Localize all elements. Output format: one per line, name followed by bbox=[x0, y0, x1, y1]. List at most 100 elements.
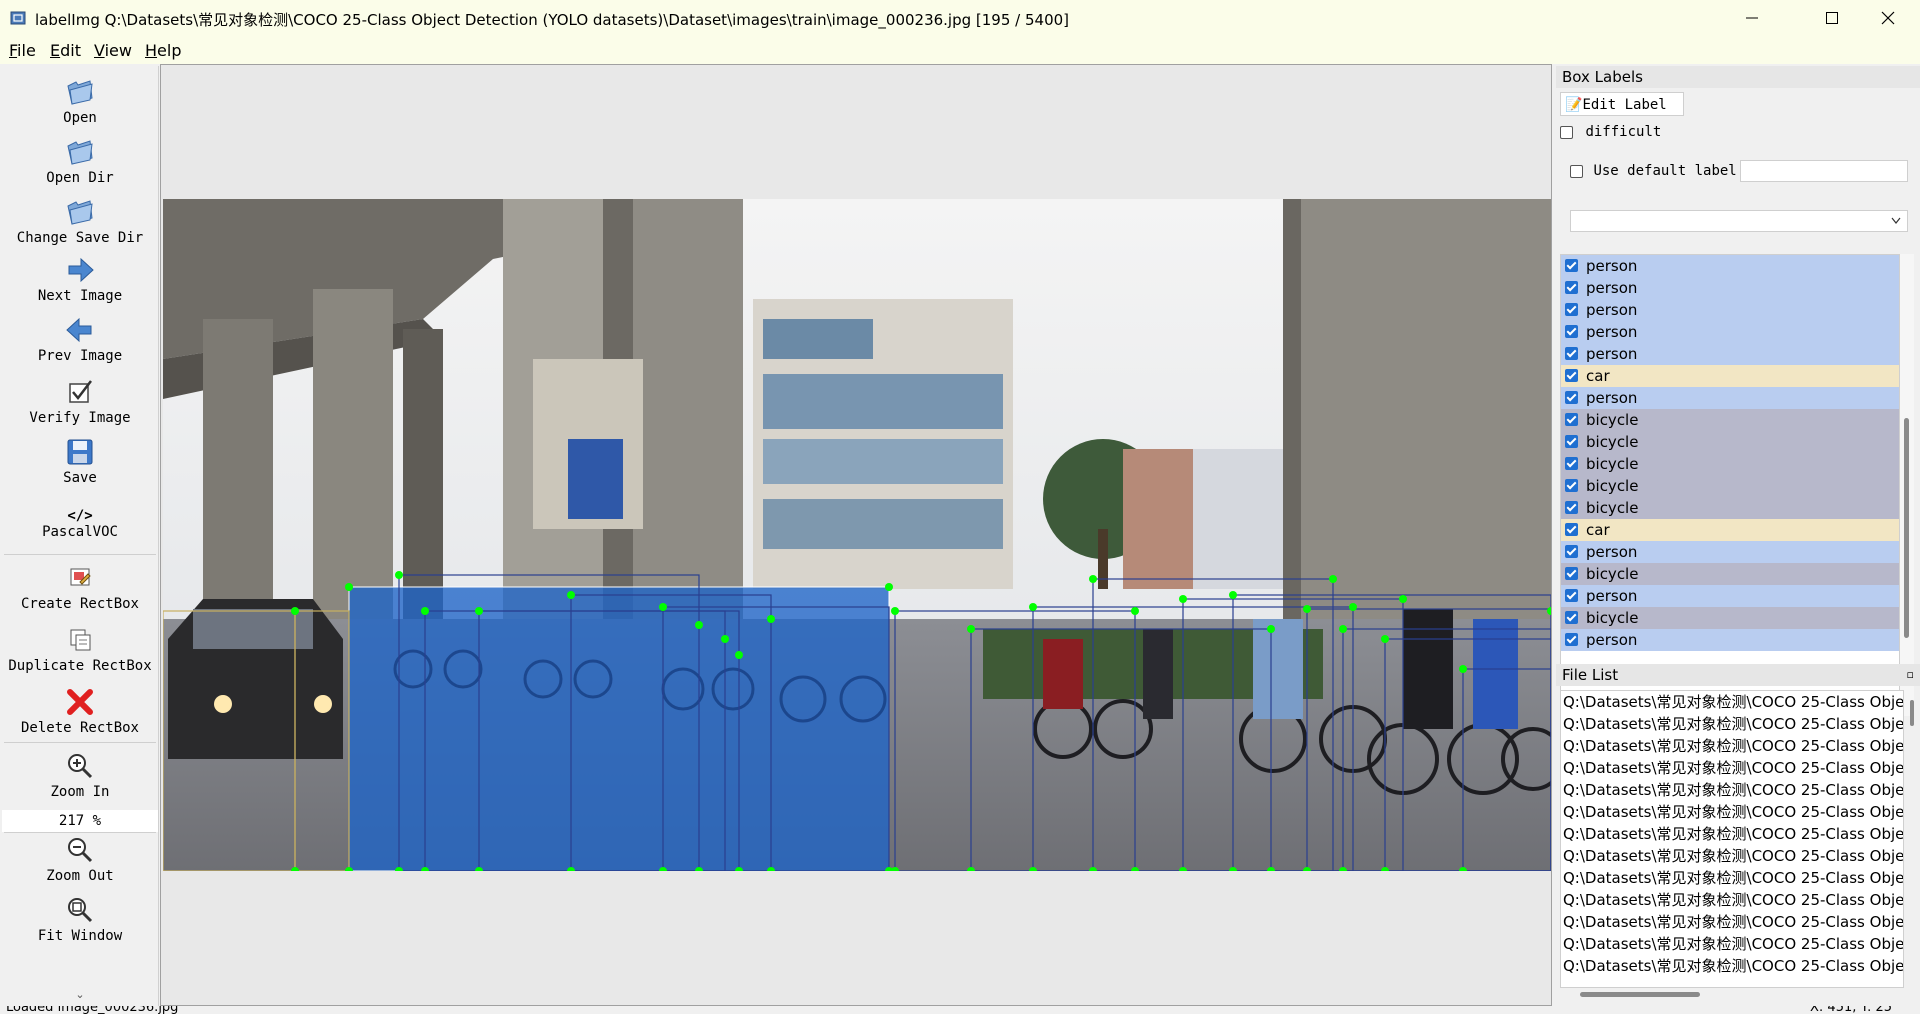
label-visible-checkbox[interactable] bbox=[1565, 281, 1578, 294]
label-visible-checkbox[interactable] bbox=[1565, 611, 1578, 624]
label-visible-checkbox[interactable] bbox=[1565, 391, 1578, 404]
toolbar-more-chevron-icon[interactable]: ⌄ bbox=[2, 988, 158, 1001]
label-visible-checkbox[interactable] bbox=[1565, 303, 1578, 316]
file-list-vscrollbar[interactable] bbox=[1906, 690, 1918, 988]
difficult-checkbox-box[interactable] bbox=[1560, 125, 1573, 139]
file-list-item[interactable]: Q:\Datasets\常见对象检测\COCO 25-Class Obje bbox=[1561, 823, 1903, 845]
label-visible-checkbox[interactable] bbox=[1565, 435, 1578, 448]
zoom-value-spinbox[interactable]: 217 % bbox=[2, 810, 158, 832]
duplicate-rectbox-button[interactable]: Duplicate RectBox bbox=[2, 624, 158, 674]
label-visible-checkbox[interactable] bbox=[1565, 589, 1578, 602]
label-list-item[interactable]: person bbox=[1561, 629, 1899, 651]
file-list-item[interactable]: Q:\Datasets\常见对象检测\COCO 25-Class Obje bbox=[1561, 867, 1903, 889]
label-list-item[interactable]: car bbox=[1561, 365, 1899, 387]
label-list-item[interactable]: person bbox=[1561, 343, 1899, 365]
menu-edit[interactable]: Edit bbox=[50, 41, 81, 60]
label-list-item[interactable]: person bbox=[1561, 541, 1899, 563]
next-image-button[interactable]: Next Image bbox=[2, 254, 158, 304]
label-visible-checkbox[interactable] bbox=[1565, 567, 1578, 580]
default-label-input[interactable] bbox=[1740, 160, 1908, 182]
label-list-item[interactable]: bicycle bbox=[1561, 497, 1899, 519]
open-dir-button[interactable]: Open Dir bbox=[2, 136, 158, 186]
undock-icon[interactable]: ▫ bbox=[1907, 664, 1914, 686]
file-list-item[interactable]: Q:\Datasets\常见对象检测\COCO 25-Class Obje bbox=[1561, 845, 1903, 867]
label-list-item[interactable]: person bbox=[1561, 299, 1899, 321]
label-list-item[interactable]: bicycle bbox=[1561, 431, 1899, 453]
label-visible-checkbox[interactable] bbox=[1565, 369, 1578, 382]
use-default-label-box[interactable] bbox=[1570, 164, 1583, 178]
label-visible-checkbox[interactable] bbox=[1565, 479, 1578, 492]
menu-file[interactable]: File bbox=[9, 41, 36, 60]
label-visible-checkbox[interactable] bbox=[1565, 325, 1578, 338]
arrow-right-icon bbox=[68, 257, 94, 283]
difficult-checkbox[interactable]: difficult bbox=[1560, 124, 1661, 140]
scrollbar-thumb[interactable] bbox=[1910, 700, 1914, 726]
label-visible-checkbox[interactable] bbox=[1565, 501, 1578, 514]
menu-bar: File Edit View Help bbox=[0, 36, 1920, 64]
scrollbar-thumb[interactable] bbox=[1904, 418, 1909, 638]
file-list[interactable]: Q:\Datasets\常见对象检测\COCO 25-Class Obje Q:\… bbox=[1560, 690, 1904, 988]
file-list-item[interactable]: Q:\Datasets\常见对象检测\COCO 25-Class Obje bbox=[1561, 955, 1903, 977]
toolbar-divider bbox=[4, 554, 156, 555]
menu-view[interactable]: View bbox=[94, 41, 132, 60]
prev-image-button[interactable]: Prev Image bbox=[2, 314, 158, 364]
close-button[interactable] bbox=[1856, 0, 1920, 36]
minimize-button[interactable] bbox=[1720, 0, 1784, 36]
label-name: bicycle bbox=[1586, 411, 1639, 429]
file-list-item[interactable]: Q:\Datasets\常见对象检测\COCO 25-Class Obje bbox=[1561, 735, 1903, 757]
label-list-item[interactable]: person bbox=[1561, 255, 1899, 277]
scrollbar-thumb[interactable] bbox=[1580, 992, 1700, 997]
label-list-item[interactable]: person bbox=[1561, 387, 1899, 409]
label-visible-checkbox[interactable] bbox=[1565, 347, 1578, 360]
maximize-button[interactable] bbox=[1800, 0, 1864, 36]
delete-rectbox-button[interactable]: Delete RectBox bbox=[2, 686, 158, 736]
use-default-label-checkbox[interactable]: Use default label bbox=[1570, 163, 1737, 179]
fit-window-button[interactable]: Fit Window bbox=[2, 894, 158, 944]
label-name: person bbox=[1586, 301, 1638, 319]
label-visible-checkbox[interactable] bbox=[1565, 545, 1578, 558]
save-button[interactable]: Save bbox=[2, 436, 158, 486]
label-list-item[interactable]: person bbox=[1561, 277, 1899, 299]
file-list-item[interactable]: Q:\Datasets\常见对象检测\COCO 25-Class Obje bbox=[1561, 713, 1903, 735]
zoom-in-button[interactable]: Zoom In bbox=[2, 750, 158, 800]
menu-help[interactable]: Help bbox=[145, 41, 181, 60]
label-list-item[interactable]: car bbox=[1561, 519, 1899, 541]
file-list-title: File List ▫ bbox=[1556, 664, 1920, 686]
open-button[interactable]: Open bbox=[2, 76, 158, 126]
edit-label-button[interactable]: 📝Edit Label bbox=[1560, 92, 1684, 116]
annotated-image[interactable] bbox=[163, 199, 1551, 871]
window-title: labelImg Q:\Datasets\常见对象检测\COCO 25-Clas… bbox=[35, 11, 1070, 29]
label-visible-checkbox[interactable] bbox=[1565, 413, 1578, 426]
label-list-item[interactable]: bicycle bbox=[1561, 453, 1899, 475]
label-list-item[interactable]: bicycle bbox=[1561, 607, 1899, 629]
file-list-item[interactable]: Q:\Datasets\常见对象检测\COCO 25-Class Obje bbox=[1561, 779, 1903, 801]
label-visible-checkbox[interactable] bbox=[1565, 259, 1578, 272]
label-list-item[interactable]: person bbox=[1561, 321, 1899, 343]
create-rectbox-button[interactable]: Create RectBox bbox=[2, 562, 158, 612]
difficult-label: difficult bbox=[1585, 124, 1662, 140]
toolbar-divider bbox=[4, 832, 156, 833]
change-save-dir-button[interactable]: Change Save Dir bbox=[2, 196, 158, 246]
image-canvas[interactable] bbox=[160, 64, 1552, 1006]
label-list-item[interactable]: person bbox=[1561, 585, 1899, 607]
format-toggle-button[interactable]: </> PascalVOC bbox=[2, 500, 158, 540]
label-list-scrollbar[interactable] bbox=[1900, 254, 1914, 716]
file-list-item[interactable]: Q:\Datasets\常见对象检测\COCO 25-Class Obje bbox=[1561, 757, 1903, 779]
file-list-item[interactable]: Q:\Datasets\常见对象检测\COCO 25-Class Obje bbox=[1561, 801, 1903, 823]
label-visible-checkbox[interactable] bbox=[1565, 523, 1578, 536]
label-visible-checkbox[interactable] bbox=[1565, 457, 1578, 470]
file-list-item[interactable]: Q:\Datasets\常见对象检测\COCO 25-Class Obje bbox=[1561, 691, 1903, 713]
label-visible-checkbox[interactable] bbox=[1565, 633, 1578, 646]
file-list-item[interactable]: Q:\Datasets\常见对象检测\COCO 25-Class Obje bbox=[1561, 911, 1903, 933]
file-list-item[interactable]: Q:\Datasets\常见对象检测\COCO 25-Class Obje bbox=[1561, 933, 1903, 955]
file-list-item[interactable]: Q:\Datasets\常见对象检测\COCO 25-Class Obje bbox=[1561, 889, 1903, 911]
file-list-hscrollbar[interactable] bbox=[1560, 988, 1904, 1000]
label-list-item[interactable]: bicycle bbox=[1561, 409, 1899, 431]
label-list-item[interactable]: bicycle bbox=[1561, 475, 1899, 497]
label-combobox[interactable] bbox=[1570, 210, 1908, 232]
label-list-item[interactable]: bicycle bbox=[1561, 563, 1899, 585]
box-label-list[interactable]: person person person person person car person b… bbox=[1560, 254, 1900, 716]
arrow-left-icon bbox=[66, 317, 92, 343]
verify-image-button[interactable]: Verify Image bbox=[2, 376, 158, 426]
zoom-out-button[interactable]: Zoom Out bbox=[2, 834, 158, 884]
